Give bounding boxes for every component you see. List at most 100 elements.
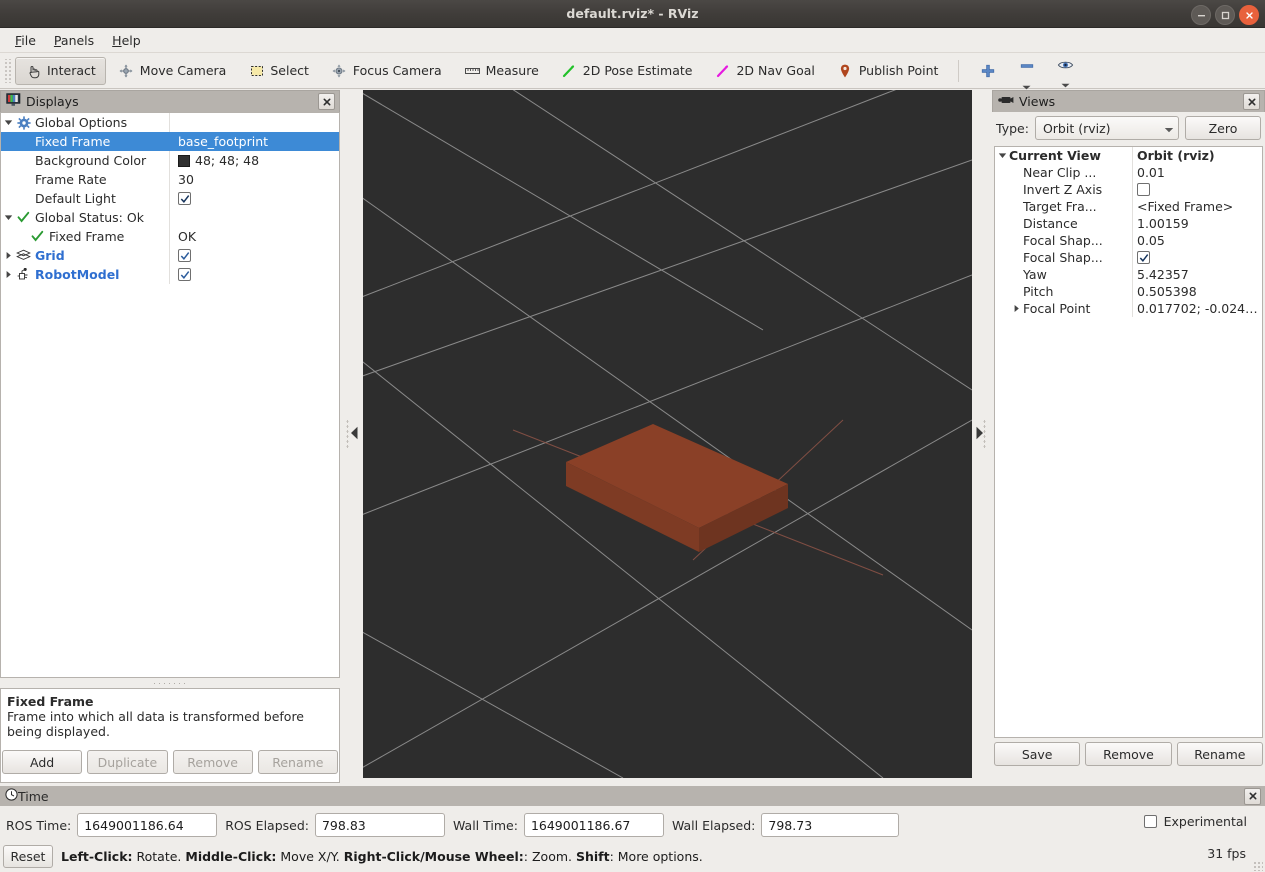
collapse-left-arrow-icon[interactable]	[350, 426, 359, 443]
render-viewport-3d[interactable]	[363, 90, 972, 778]
tool-interact[interactable]: Interact	[15, 56, 106, 85]
close-button[interactable]	[1239, 5, 1259, 25]
views-value[interactable]	[1132, 181, 1262, 198]
displays-splitter[interactable]	[0, 678, 340, 688]
tool-move-camera[interactable]: Move Camera	[108, 57, 237, 85]
hand-cursor-icon	[25, 62, 42, 79]
ros-elapsed-input[interactable]: 798.83	[314, 813, 445, 837]
tool-focus-camera[interactable]: Focus Camera	[321, 57, 452, 85]
wall-time-input[interactable]: 1649001186.67	[523, 813, 664, 837]
tree-row-status-fixed-frame[interactable]: Fixed Frame OK	[1, 227, 339, 246]
tree-value[interactable]	[169, 189, 339, 208]
time-close-icon[interactable]	[1244, 787, 1261, 805]
tree-value[interactable]	[169, 246, 339, 265]
views-label: Pitch	[1023, 284, 1054, 299]
expand-right-arrow-icon[interactable]	[1009, 304, 1023, 313]
tool-publish-point[interactable]: Publish Point	[827, 57, 949, 85]
tool-visibility-button[interactable]	[1047, 57, 1084, 87]
menu-panels[interactable]: Panels	[45, 31, 103, 50]
robotmodel-enabled-checkbox[interactable]	[178, 268, 191, 281]
tool-focus-camera-label: Focus Camera	[352, 63, 442, 78]
views-row-focal-shape-size[interactable]: Focal Shap... 0.05	[995, 232, 1262, 249]
invert-z-axis-checkbox[interactable]	[1137, 183, 1150, 196]
views-value[interactable]: 0.05	[1132, 232, 1262, 249]
tree-row-global-status[interactable]: Global Status: Ok	[1, 208, 339, 227]
toolbar-grip[interactable]	[3, 58, 12, 83]
displays-button-row: Add Duplicate Remove Rename	[0, 750, 340, 774]
focal-shape-fixed-checkbox[interactable]	[1137, 251, 1150, 264]
remove-view-button[interactable]: Remove	[1085, 742, 1172, 766]
default-light-checkbox[interactable]	[178, 192, 191, 205]
tree-value[interactable]: base_footprint	[169, 132, 339, 151]
left-panel-collapse-handle[interactable]	[340, 90, 363, 778]
chevron-down-icon[interactable]	[1061, 76, 1070, 91]
views-row-invert-z-axis[interactable]: Invert Z Axis	[995, 181, 1262, 198]
fps-counter: 31 fps	[1207, 846, 1246, 861]
tree-row-background-color[interactable]: Background Color 48; 48; 48	[1, 151, 339, 170]
tool-remove-display-button[interactable]	[1008, 57, 1045, 89]
rename-button[interactable]: Rename	[257, 750, 338, 774]
menu-help[interactable]: Help	[103, 31, 150, 50]
rename-view-button[interactable]: Rename	[1176, 742, 1263, 766]
tree-label: Background Color	[35, 153, 147, 168]
views-row-focal-shape-fixed[interactable]: Focal Shap...	[995, 249, 1262, 266]
tree-row-frame-rate[interactable]: Frame Rate 30	[1, 170, 339, 189]
tool-2d-nav-goal[interactable]: 2D Nav Goal	[704, 57, 824, 85]
duplicate-button[interactable]: Duplicate	[87, 750, 168, 774]
experimental-checkbox[interactable]	[1143, 815, 1157, 828]
tool-select-label: Select	[270, 63, 309, 78]
views-value[interactable]: 0.505398	[1132, 283, 1262, 300]
expand-down-arrow-icon[interactable]	[995, 151, 1009, 160]
views-row-distance[interactable]: Distance 1.00159	[995, 215, 1262, 232]
tree-value[interactable]	[169, 265, 339, 284]
views-value[interactable]: 0.017702; -0.024…	[1132, 300, 1262, 317]
maximize-button[interactable]	[1215, 5, 1235, 25]
right-panel-collapse-handle[interactable]	[972, 90, 992, 778]
views-value[interactable]: 5.42357	[1132, 266, 1262, 283]
expand-down-arrow-icon[interactable]	[1, 213, 15, 222]
views-row-target-frame[interactable]: Target Fra... <Fixed Frame>	[995, 198, 1262, 215]
displays-close-icon[interactable]	[318, 93, 335, 110]
tree-row-fixed-frame[interactable]: Fixed Frame base_footprint	[1, 132, 339, 151]
views-row-yaw[interactable]: Yaw 5.42357	[995, 266, 1262, 283]
expand-right-arrow-icon[interactable]	[1, 251, 15, 260]
views-row-focal-point[interactable]: Focal Point 0.017702; -0.024…	[995, 300, 1262, 317]
tree-value[interactable]: 30	[169, 170, 339, 189]
views-row-current-view[interactable]: Current View Orbit (rviz)	[995, 147, 1262, 164]
tree-row-default-light[interactable]: Default Light	[1, 189, 339, 208]
tool-2d-pose-estimate[interactable]: 2D Pose Estimate	[551, 57, 703, 85]
add-button[interactable]: Add	[2, 750, 83, 774]
views-row-pitch[interactable]: Pitch 0.505398	[995, 283, 1262, 300]
views-row-near-clip[interactable]: Near Clip ... 0.01	[995, 164, 1262, 181]
remove-button[interactable]: Remove	[172, 750, 253, 774]
tree-value[interactable]: 48; 48; 48	[169, 151, 339, 170]
views-value[interactable]	[1132, 249, 1262, 266]
window-resize-grip[interactable]	[1253, 861, 1263, 871]
tree-row-grid[interactable]: Grid	[1, 246, 339, 265]
views-value[interactable]: <Fixed Frame>	[1132, 198, 1262, 215]
tree-row-global-options[interactable]: Global Options	[1, 113, 339, 132]
tree-row-robotmodel[interactable]: RobotModel	[1, 265, 339, 284]
minimize-button[interactable]	[1191, 5, 1211, 25]
zero-button[interactable]: Zero	[1185, 116, 1261, 140]
menu-file[interactable]: File	[6, 31, 45, 50]
color-value-text: 48; 48; 48	[195, 153, 260, 168]
save-view-button[interactable]: Save	[994, 742, 1081, 766]
tool-select[interactable]: Select	[238, 57, 319, 85]
wall-elapsed-input[interactable]: 798.73	[761, 813, 900, 837]
expand-right-arrow-icon[interactable]	[1, 270, 15, 279]
wall-time-label: Wall Time:	[452, 817, 518, 833]
tool-measure[interactable]: Measure	[454, 57, 549, 85]
expand-down-arrow-icon[interactable]	[1, 118, 15, 127]
reset-button[interactable]: Reset	[3, 844, 53, 868]
views-tree[interactable]: Current View Orbit (rviz) Near Clip ... …	[994, 146, 1263, 738]
views-value[interactable]: 0.01	[1132, 164, 1262, 181]
ros-time-input[interactable]: 1649001186.64	[77, 813, 218, 837]
views-value[interactable]: 1.00159	[1132, 215, 1262, 232]
grid-enabled-checkbox[interactable]	[178, 249, 191, 262]
displays-tree[interactable]: Global Options Fixed Frame base_footprin…	[0, 112, 340, 678]
views-close-icon[interactable]	[1243, 93, 1260, 110]
tool-add-display-button[interactable]	[969, 57, 1006, 85]
view-type-select[interactable]: Orbit (rviz)	[1034, 116, 1179, 140]
displays-panel-header: Displays	[0, 90, 340, 112]
